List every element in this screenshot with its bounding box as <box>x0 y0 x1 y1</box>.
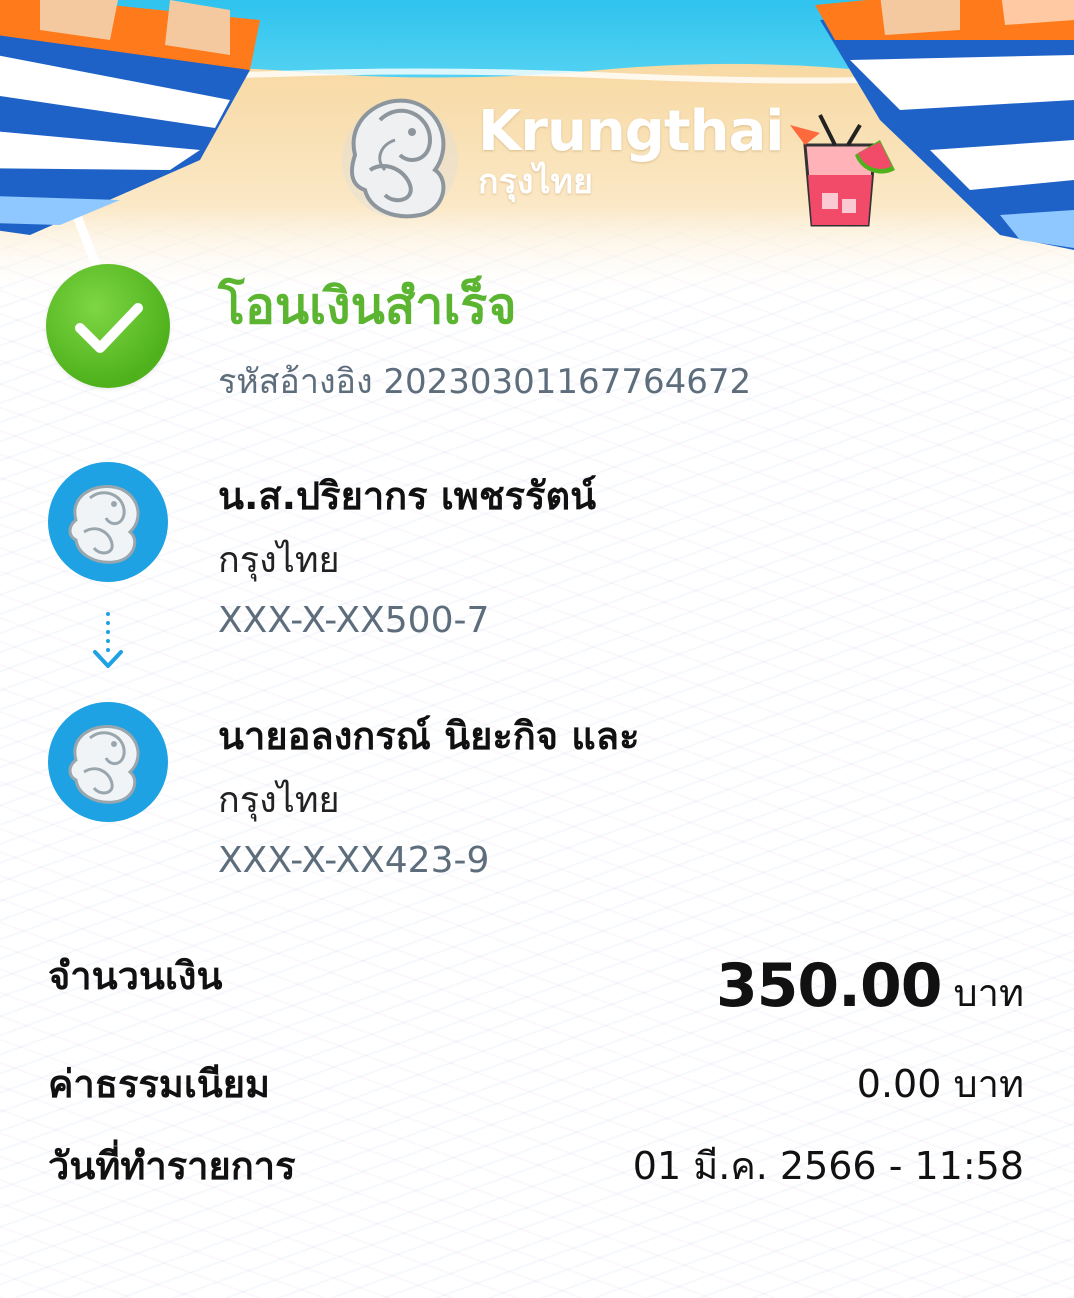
arrow-down-icon <box>93 612 123 668</box>
brand-name-en: Krungthai <box>478 99 784 164</box>
amount-unit: บาท <box>953 971 1024 1015</box>
krungthai-wordmark: Krungthai กรุงไทย <box>478 99 784 203</box>
check-icon <box>75 303 143 353</box>
success-badge <box>46 264 170 388</box>
receiver-account-number: XXX-X-XX423-9 <box>218 840 490 881</box>
amount-value: 350.00 บาท <box>716 950 1024 1022</box>
sender-bank-logo <box>48 462 168 582</box>
transaction-date-value: 01 มี.ค. 2566 - 11:58 <box>632 1144 1024 1188</box>
header-banner: Krungthai กรุงไทย <box>0 0 1074 300</box>
transaction-date-label: วันที่ทำรายการ <box>48 1144 296 1188</box>
amount-number: 350.00 <box>715 951 943 1021</box>
brand-name-th: กรุงไทย <box>478 162 593 202</box>
krungthai-bird-icon <box>68 485 140 564</box>
reference-line: รหัสอ้างอิง 20230301167764672 <box>218 360 751 404</box>
receiver-name: นายอลงกรณ์ นิยะกิจ และ <box>218 714 640 758</box>
receiver-bank: กรุงไทย <box>218 780 340 821</box>
receiver-bank-logo <box>48 702 168 822</box>
sender-account-number: XXX-X-XX500-7 <box>218 600 490 641</box>
sender-bank: กรุงไทย <box>218 540 340 581</box>
amount-label: จำนวนเงิน <box>48 954 223 998</box>
fee-label: ค่าธรรมเนียม <box>48 1062 271 1106</box>
fee-value: 0.00 บาท <box>856 1062 1024 1106</box>
status-title: โอนเงินสำเร็จ <box>218 277 517 335</box>
reference-label: รหัสอ้างอิง <box>218 362 373 402</box>
krungthai-bird-icon <box>68 725 140 804</box>
sender-name: น.ส.ปริยากร เพชรรัตน์ <box>218 474 597 518</box>
reference-number: 20230301167764672 <box>383 362 752 402</box>
